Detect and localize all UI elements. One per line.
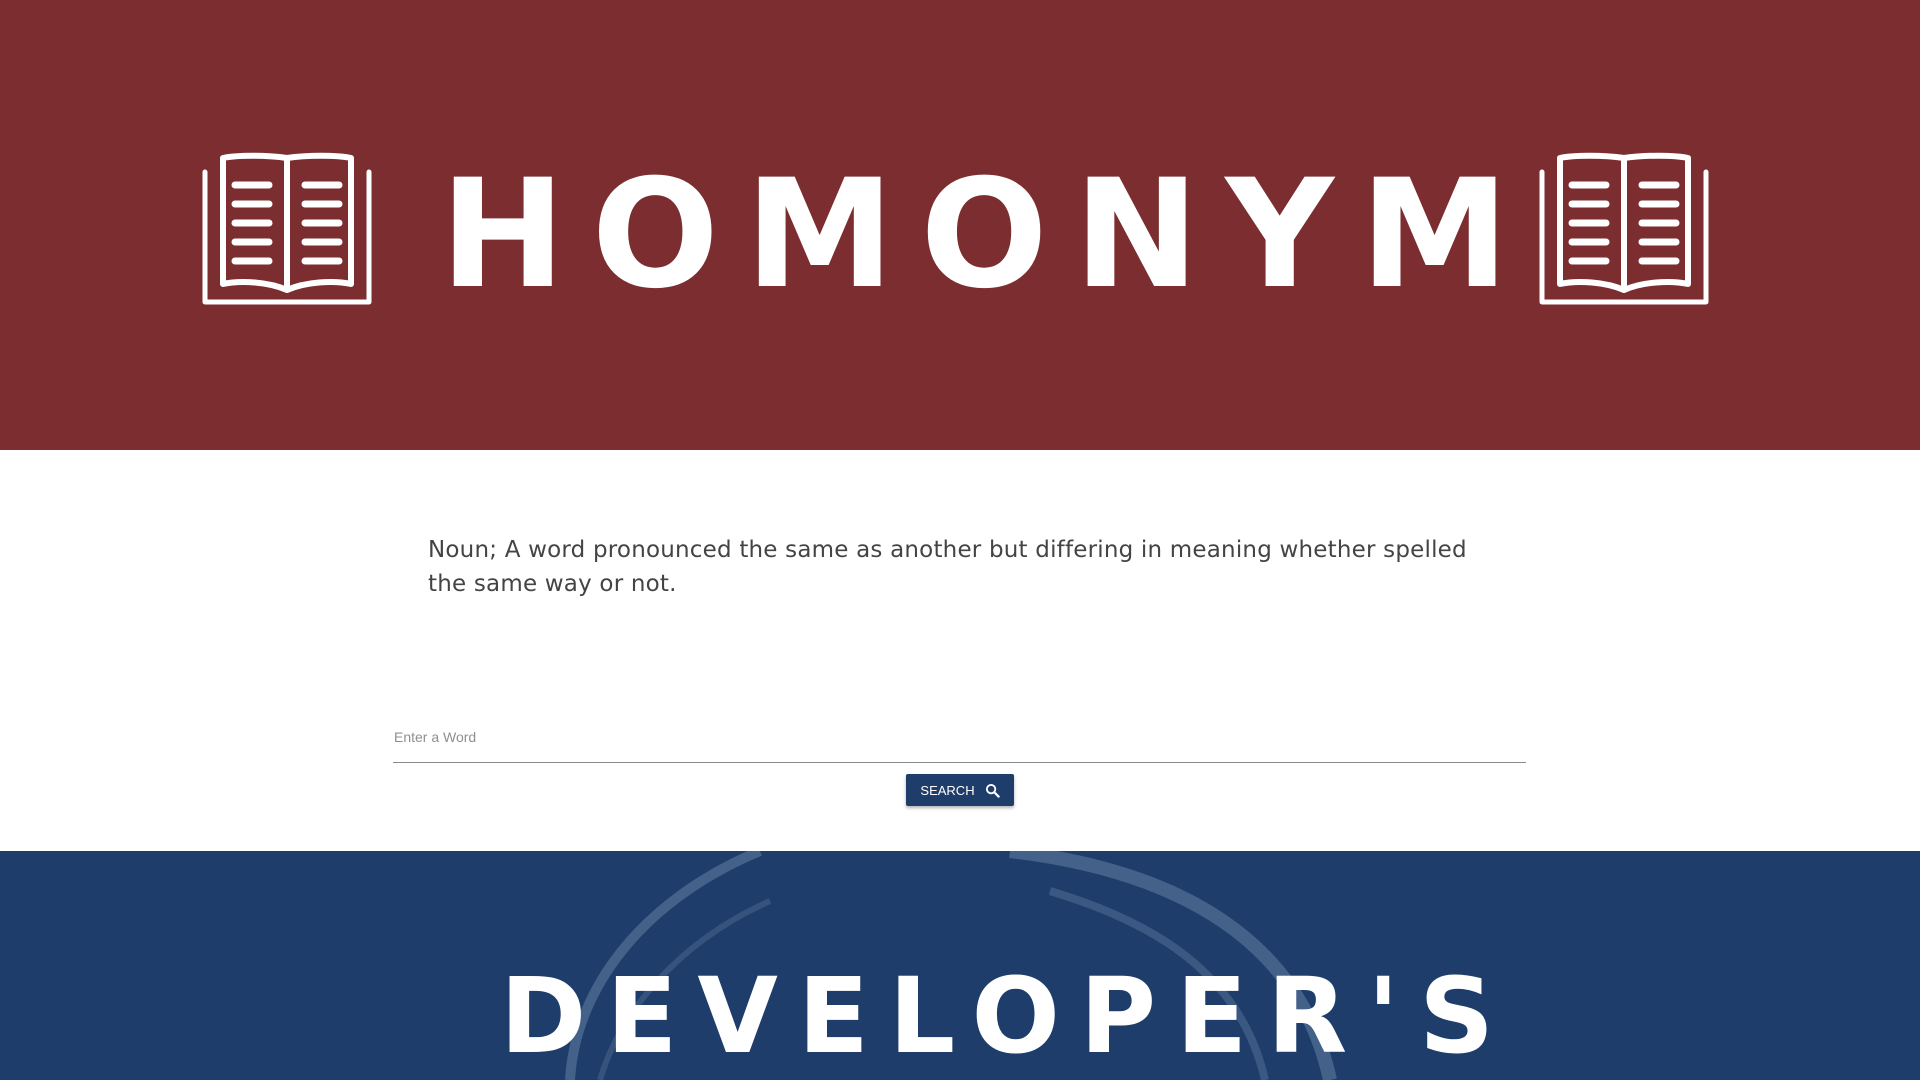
search-icon [985,783,1000,798]
search-button[interactable]: SEARCH [906,774,1014,806]
header-logo: HOMONYM [0,150,1920,310]
header-banner: HOMONYM [0,0,1920,450]
open-book-icon [1524,152,1724,308]
footer-title: DEVELOPER'S [500,955,1514,1077]
page: HOMONYM Noun; A word pronounced the same… [0,0,1920,1080]
search-button-label: SEARCH [920,782,975,798]
footer-banner: DEVELOPER'S [0,851,1920,1080]
open-book-icon [187,152,387,308]
word-search-input[interactable] [393,712,1526,763]
site-title: HOMONYM [440,148,1536,322]
definition-text: Noun; A word pronounced the same as anot… [428,537,1467,597]
